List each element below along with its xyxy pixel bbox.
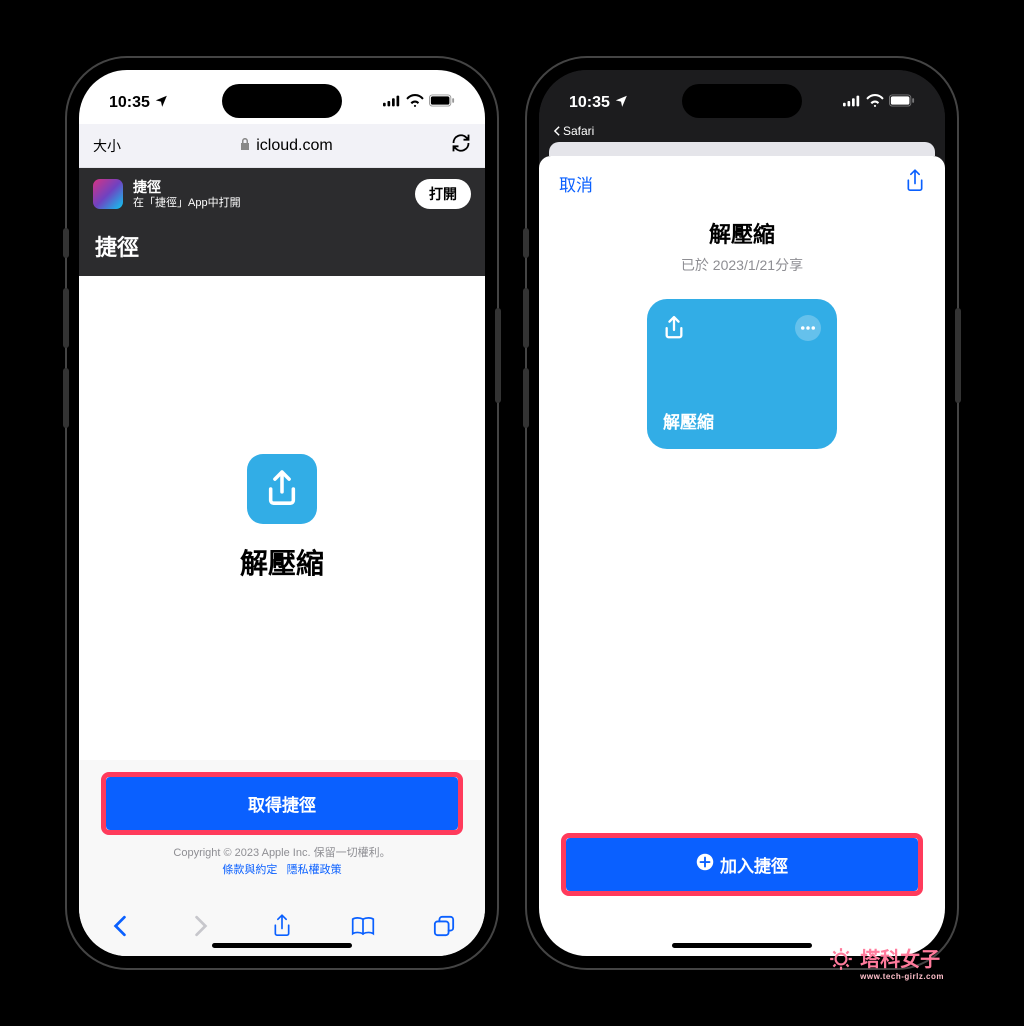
signal-icon bbox=[843, 94, 861, 112]
bookmarks-button[interactable] bbox=[347, 915, 379, 942]
side-button bbox=[63, 288, 69, 348]
shortcut-name: 解壓縮 bbox=[240, 542, 324, 582]
cancel-button[interactable]: 取消 bbox=[559, 171, 593, 196]
url-domain-text: icloud.com bbox=[256, 137, 332, 155]
watermark-icon bbox=[828, 946, 854, 978]
watermark: 塔科女子 www.tech-girlz.com bbox=[828, 943, 944, 981]
page-header: 捷徑 bbox=[79, 220, 485, 276]
shortcut-card[interactable]: 解壓縮 bbox=[647, 299, 837, 449]
share-button[interactable] bbox=[905, 168, 925, 199]
wifi-icon bbox=[866, 94, 884, 112]
terms-link[interactable]: 條款與約定 bbox=[222, 864, 277, 876]
more-icon[interactable] bbox=[795, 315, 821, 341]
location-icon bbox=[614, 94, 628, 113]
annotation-highlight: 取得捷徑 bbox=[101, 772, 463, 835]
reload-icon[interactable] bbox=[451, 133, 471, 158]
home-indicator[interactable] bbox=[212, 943, 352, 948]
side-button bbox=[955, 308, 961, 403]
tabs-button[interactable] bbox=[428, 915, 460, 942]
add-button-label: 加入捷徑 bbox=[720, 852, 788, 877]
location-icon bbox=[154, 94, 168, 113]
share-button[interactable] bbox=[266, 913, 298, 944]
card-label: 解壓縮 bbox=[663, 408, 821, 433]
back-button[interactable] bbox=[104, 915, 136, 942]
battery-icon bbox=[889, 94, 915, 112]
side-button bbox=[523, 228, 529, 258]
banner-title: 捷徑 bbox=[133, 178, 405, 196]
watermark-url: www.tech-girlz.com bbox=[860, 972, 944, 981]
add-shortcut-button[interactable]: 加入捷徑 bbox=[566, 838, 918, 891]
iphone-right: 10:35 bbox=[527, 58, 957, 968]
iphone-left: 10:35 bbox=[67, 58, 497, 968]
main-content: 解壓縮 bbox=[79, 276, 485, 760]
side-button bbox=[495, 308, 501, 403]
battery-icon bbox=[429, 94, 455, 112]
text-size-button[interactable]: 大小 bbox=[93, 136, 121, 156]
privacy-link[interactable]: 隱私權政策 bbox=[287, 864, 342, 876]
dynamic-island bbox=[682, 84, 802, 118]
safari-toolbar bbox=[79, 904, 485, 956]
status-time: 10:35 bbox=[569, 94, 610, 112]
plus-circle-icon bbox=[696, 853, 714, 876]
banner-subtitle: 在「捷徑」App中打開 bbox=[133, 196, 405, 210]
status-time: 10:35 bbox=[109, 94, 150, 112]
sheet-stack bbox=[549, 142, 935, 156]
forward-button[interactable] bbox=[185, 915, 217, 942]
get-shortcut-button[interactable]: 取得捷徑 bbox=[106, 777, 458, 830]
back-to-app[interactable]: Safari bbox=[539, 124, 945, 142]
lock-icon bbox=[239, 137, 251, 154]
shortcuts-app-icon bbox=[93, 179, 123, 209]
copyright-text: Copyright © 2023 Apple Inc. 保留一切權利。 bbox=[173, 847, 390, 859]
safari-url-bar[interactable]: 大小 icloud.com bbox=[79, 124, 485, 168]
shared-date: 已於 2023/1/21分享 bbox=[681, 255, 803, 275]
side-button bbox=[523, 368, 529, 428]
open-app-button[interactable]: 打開 bbox=[415, 179, 471, 209]
side-button bbox=[523, 288, 529, 348]
side-button bbox=[63, 228, 69, 258]
shortcut-title: 解壓縮 bbox=[709, 217, 775, 249]
open-in-app-banner: 捷徑 在「捷徑」App中打開 打開 bbox=[79, 168, 485, 220]
annotation-highlight: 加入捷徑 bbox=[561, 833, 923, 896]
page-footer: 取得捷徑 Copyright © 2023 Apple Inc. 保留一切權利。… bbox=[79, 760, 485, 904]
card-share-icon bbox=[663, 315, 685, 348]
watermark-text: 塔科女子 bbox=[860, 943, 944, 972]
signal-icon bbox=[383, 94, 401, 112]
dynamic-island bbox=[222, 84, 342, 118]
side-button bbox=[63, 368, 69, 428]
back-to-app-label: Safari bbox=[563, 124, 594, 138]
shortcut-icon bbox=[247, 454, 317, 524]
wifi-icon bbox=[406, 94, 424, 112]
home-indicator[interactable] bbox=[672, 943, 812, 948]
